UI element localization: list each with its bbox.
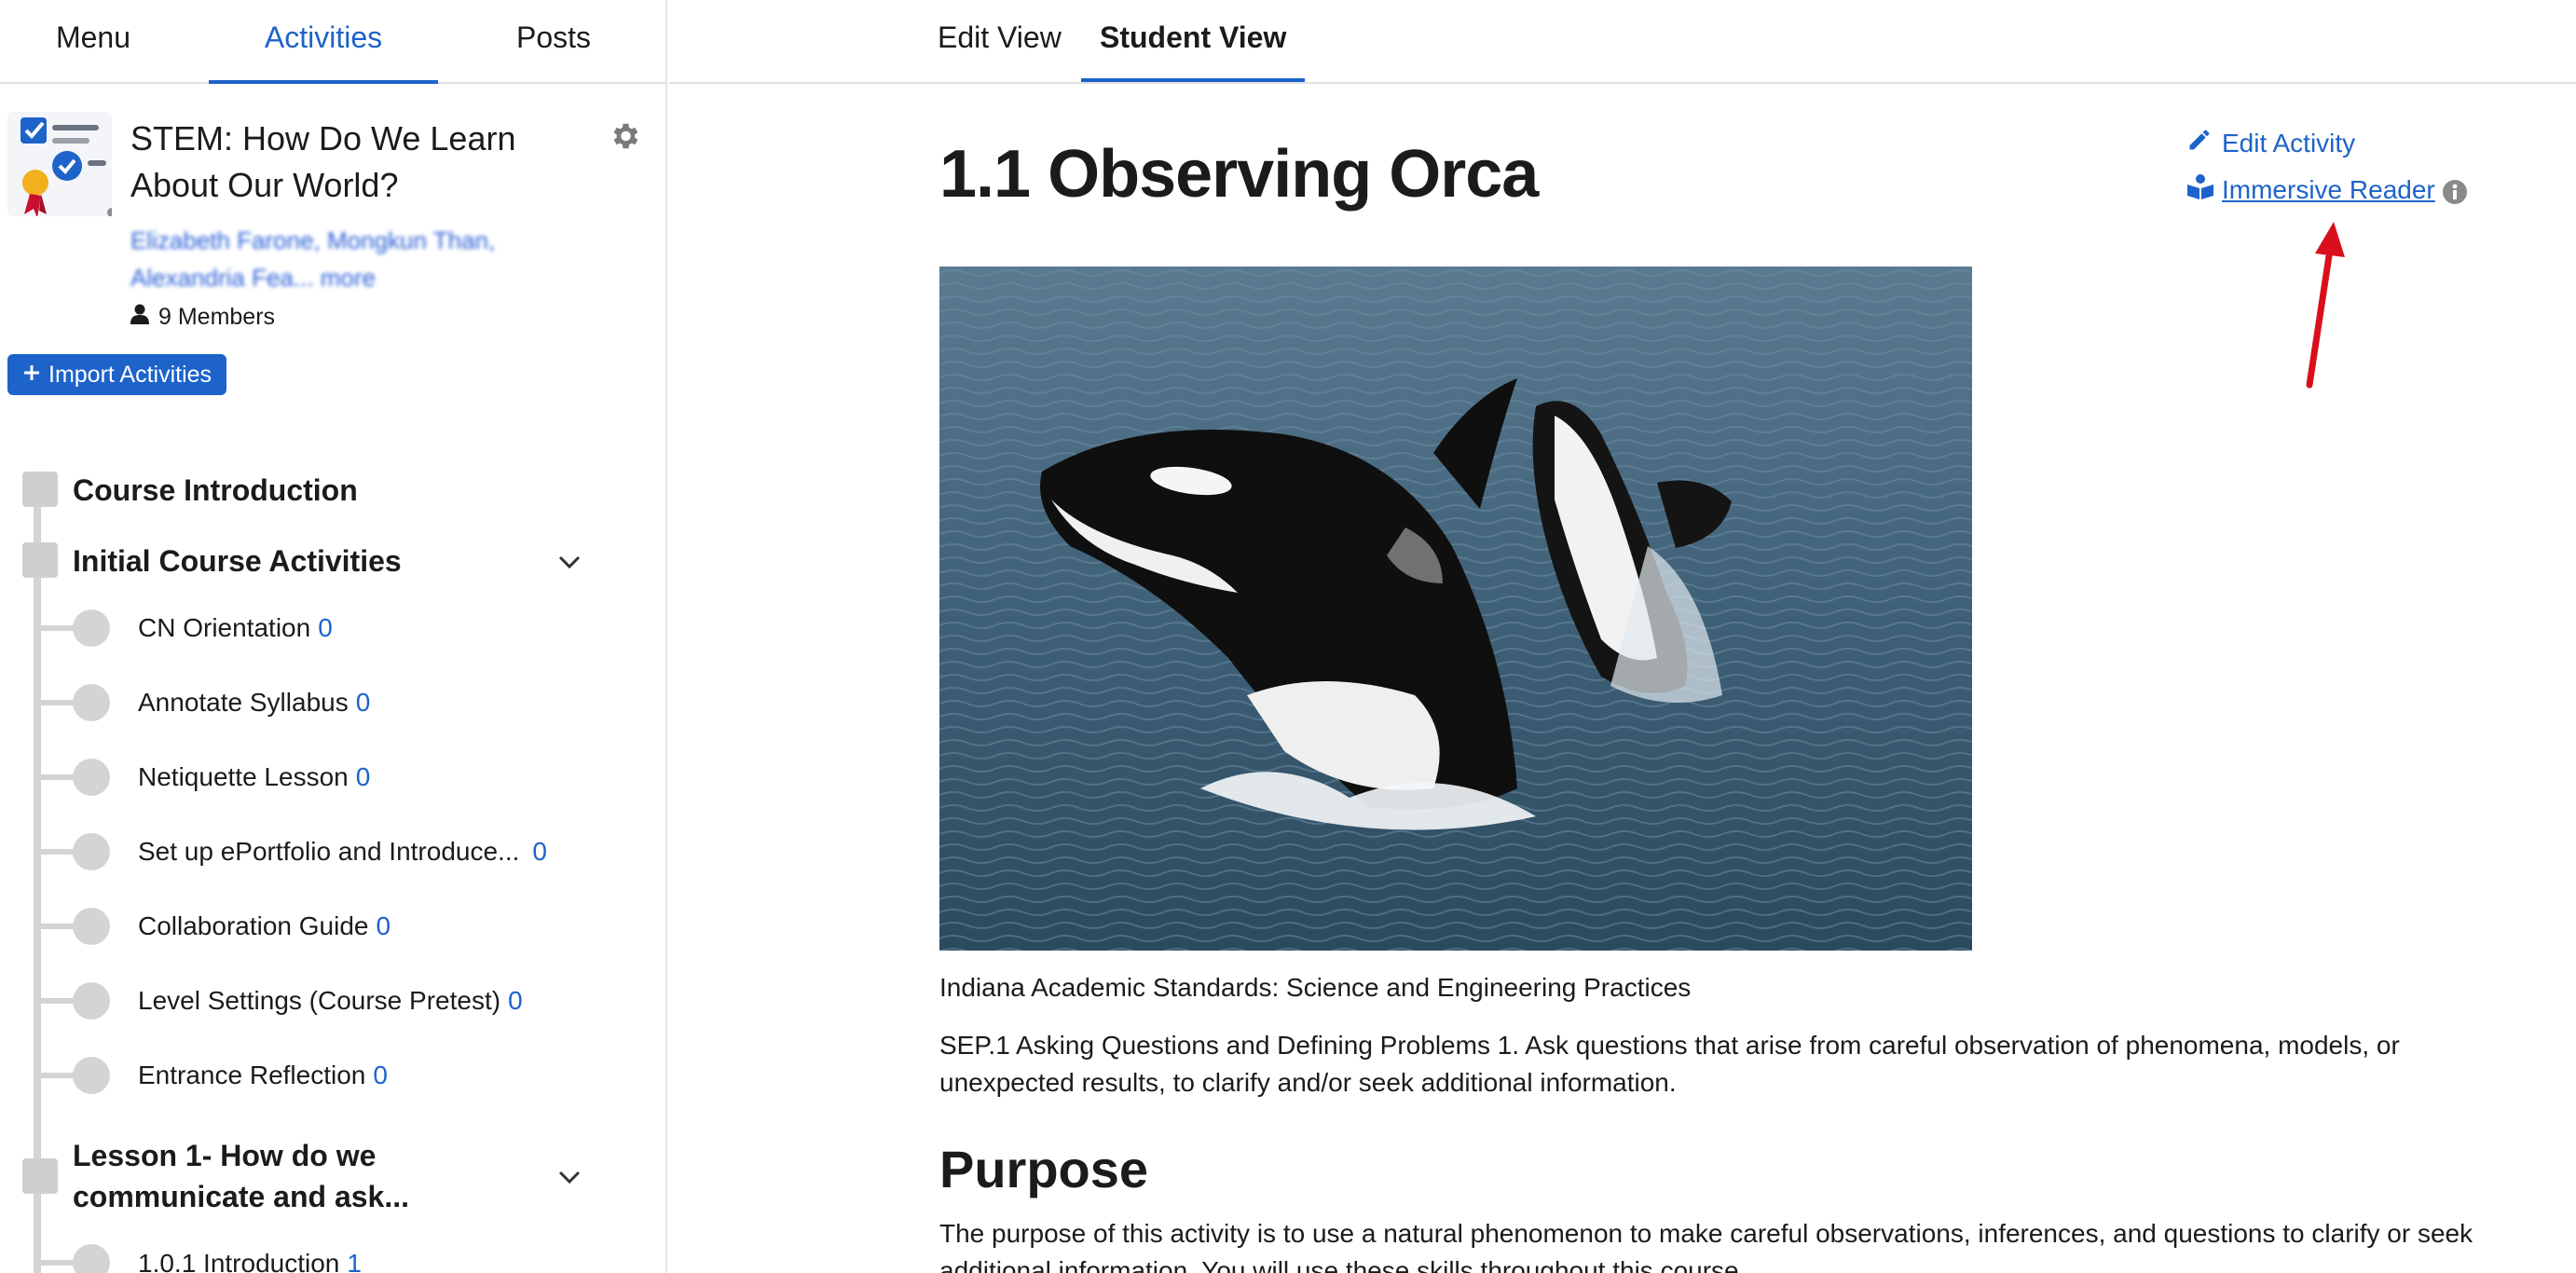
orca-photo [939,267,1972,951]
course-title[interactable]: STEM: How Do We Learn About Our World? [130,116,541,209]
activity-item[interactable]: Set up ePortfolio and Introduce... 0 [138,833,547,870]
tab-menu[interactable]: Menu [0,21,186,84]
book-reader-icon [2186,173,2214,206]
activity-item-count[interactable]: 0 [373,1061,388,1089]
edit-activity-label: Edit Activity [2222,128,2356,157]
activity-item[interactable]: Collaboration Guide 0 [138,908,391,945]
section-marker [22,1158,58,1194]
sidebar: Menu Activities Posts STEM: How Do We Le… [0,0,667,1273]
members-label: 9 Members [158,304,276,330]
plus-icon [22,362,41,389]
activity-item-count[interactable]: 0 [356,762,371,791]
info-icon[interactable] [2442,179,2468,205]
activity-item-count[interactable]: 0 [356,688,371,717]
activity-item[interactable]: Entrance Reflection 0 [138,1057,388,1094]
course-thumbnail-icon [7,112,116,218]
activity-item-label: Entrance Reflection [138,1061,366,1089]
item-status-dot [73,1244,110,1273]
import-activities-button[interactable]: Import Activities [7,354,227,395]
import-activities-label: Import Activities [48,361,212,388]
person-icon [130,304,149,331]
item-status-dot [73,833,110,870]
activity-item-label: Level Settings (Course Pretest) [138,986,501,1015]
activity-item[interactable]: Level Settings (Course Pretest) 0 [138,982,523,1020]
standards-heading: Indiana Academic Standards: Science and … [939,973,1692,1002]
item-status-dot [73,759,110,796]
activity-item-label: Set up ePortfolio and Introduce... [138,837,520,866]
view-tabs: Edit View Student View [669,0,2576,84]
activity-item-label: Netiquette Lesson [138,762,349,791]
gear-icon[interactable] [608,119,641,153]
purpose-heading: Purpose [939,1140,1149,1198]
item-status-dot [73,908,110,945]
purpose-text: The purpose of this activity is to use a… [939,1219,2473,1273]
activity-item-count[interactable]: 1 [347,1249,362,1273]
members-count[interactable]: 9 Members [130,304,275,331]
activity-item[interactable]: Annotate Syllabus 0 [138,684,370,721]
tab-posts[interactable]: Posts [460,21,647,84]
activity-item-count[interactable]: 0 [318,613,333,642]
item-status-dot [73,1057,110,1094]
tree-line [34,475,41,1273]
tab-activities[interactable]: Activities [209,21,438,84]
sidebar-tabs: Menu Activities Posts [0,0,665,84]
section-initial-course-activities[interactable]: Initial Course Activities [73,541,402,582]
tab-student-view[interactable]: Student View [1081,21,1306,82]
immersive-reader-label: Immersive Reader [2222,174,2435,204]
edit-activity-link[interactable]: Edit Activity [2186,127,2355,159]
pencil-icon [2186,127,2213,159]
chevron-down-icon[interactable] [555,1163,583,1191]
activity-item-label: 1.0.1 Introduction [138,1249,340,1273]
section-marker [22,542,58,578]
activity-item-count[interactable]: 0 [508,986,523,1015]
item-status-dot [73,982,110,1020]
activity-item-count[interactable]: 0 [377,911,391,940]
chevron-down-icon[interactable] [555,548,583,576]
sep-description: SEP.1 Asking Questions and Defining Prob… [939,1031,2400,1097]
tab-edit-view[interactable]: Edit View [938,21,1062,82]
activity-item[interactable]: 1.0.1 Introduction 1 [138,1245,362,1273]
section-lesson-1[interactable]: Lesson 1- How do we communicate and ask.… [73,1135,501,1217]
section-course-introduction[interactable]: Course Introduction [73,470,358,511]
activity-item-label: CN Orientation [138,613,311,642]
item-status-dot [73,609,110,647]
activity-item-label: Annotate Syllabus [138,688,349,717]
page-title: 1.1 Observing Orca [939,137,1539,212]
annotation-arrow [2306,222,2345,389]
activity-item[interactable]: CN Orientation 0 [138,609,333,647]
activity-item-count[interactable]: 0 [532,837,547,866]
course-authors-link[interactable]: Elizabeth Farone, Mongkun Than, Alexandr… [130,222,569,296]
section-marker [22,472,58,507]
activity-item[interactable]: Netiquette Lesson 0 [138,759,370,796]
item-status-dot [73,684,110,721]
immersive-reader-link[interactable]: Immersive Reader [2186,173,2435,206]
activity-item-label: Collaboration Guide [138,911,369,940]
